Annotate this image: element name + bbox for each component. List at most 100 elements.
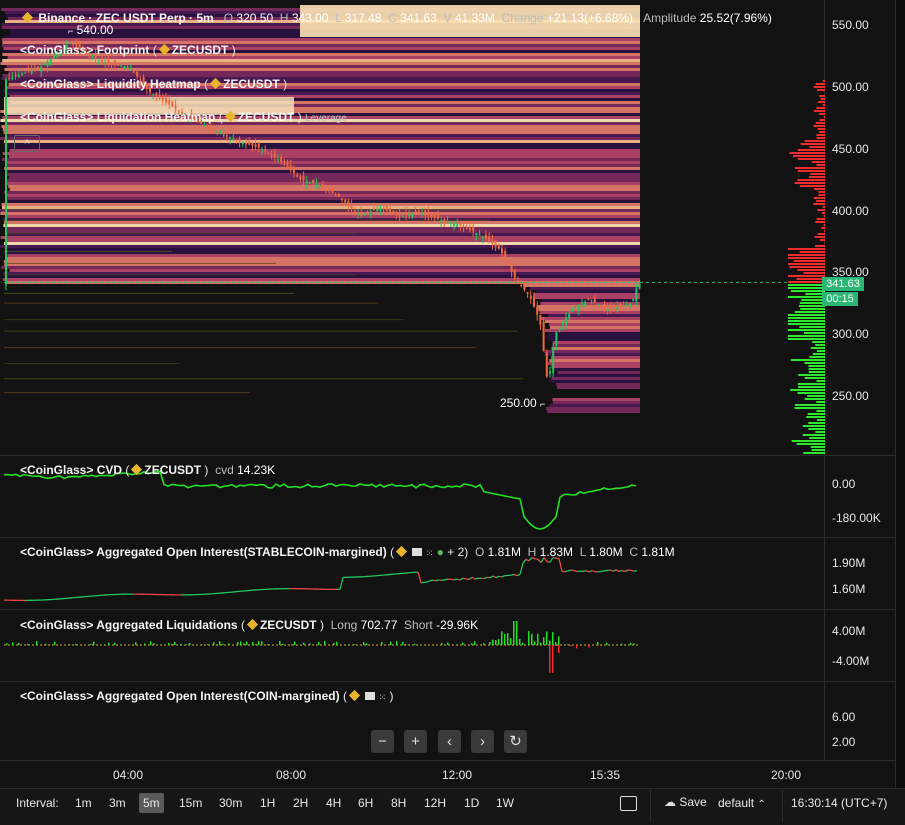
- oi-tick: 1.90M: [832, 556, 865, 570]
- oi-stable-axis[interactable]: [824, 538, 896, 609]
- heatmap-band: [7, 254, 640, 257]
- footprint-legend[interactable]: <CoinGlass> Footprint (ZECUSDT ): [20, 43, 236, 57]
- reset-chart-button[interactable]: ↻: [504, 730, 527, 753]
- liquidation-long-bar: [543, 637, 545, 645]
- fullscreen-button[interactable]: [620, 796, 637, 811]
- bottom-toolbar: [0, 788, 905, 825]
- interval-5m[interactable]: 5m: [139, 793, 164, 813]
- scroll-left-button[interactable]: ‹: [438, 730, 461, 753]
- heatmap-band: [553, 368, 640, 371]
- interval-1h[interactable]: 1H: [260, 796, 275, 810]
- liquidity-heatmap-legend[interactable]: <CoinGlass> Liquidity Heatmap (ZECUSDT ): [20, 77, 287, 91]
- liquidation-long-bar: [75, 644, 77, 645]
- liquidation-short-bar: [552, 645, 554, 673]
- oi-coin-name: <CoinGlass> Aggregated Open Interest(COI…: [20, 689, 340, 703]
- candle-body: [223, 135, 225, 136]
- oi-open-value: 1.81M: [488, 545, 521, 559]
- interval-2h[interactable]: 2H: [293, 796, 308, 810]
- heatmap-band: [544, 350, 640, 353]
- candle-body: [517, 280, 519, 282]
- liquidation-long-bar: [252, 642, 254, 645]
- candle-body: [610, 307, 612, 308]
- open-interest-segment: [418, 572, 421, 583]
- candle-body: [501, 248, 503, 253]
- interval-label: Interval:: [16, 796, 59, 810]
- liquidations-legend[interactable]: <CoinGlass> Aggregated Liquidations (ZEC…: [20, 618, 478, 632]
- candle-body: [399, 215, 401, 216]
- liquidation-long-bar: [12, 642, 14, 645]
- interval-8h[interactable]: 8H: [391, 796, 406, 810]
- candle-body: [511, 265, 513, 272]
- liquidation-long-bar: [222, 644, 224, 645]
- liquidation-long-bar: [150, 641, 152, 645]
- binance-icon: [210, 78, 221, 89]
- liquidations-axis[interactable]: [824, 610, 896, 681]
- interval-3m[interactable]: 3m: [109, 796, 126, 810]
- zoom-in-button[interactable]: +: [404, 730, 427, 753]
- liquidation-long-bar: [396, 641, 398, 645]
- price-pane[interactable]: [0, 0, 824, 455]
- scroll-right-button[interactable]: ›: [471, 730, 494, 753]
- volume-profile-bar: [803, 434, 825, 436]
- heatmap-band: [523, 284, 640, 287]
- open-interest-segment: [475, 578, 478, 579]
- interval-1m[interactable]: 1m: [75, 796, 92, 810]
- volume-profile-bar: [818, 101, 825, 103]
- liquidation-long-bar: [303, 643, 305, 645]
- volume-profile-bar: [819, 113, 825, 115]
- interval-6h[interactable]: 6H: [358, 796, 373, 810]
- volume-profile-bar: [811, 347, 825, 349]
- zoom-out-button[interactable]: −: [371, 730, 394, 753]
- open-interest-segment: [451, 579, 454, 580]
- liquidation-long-bar: [381, 642, 383, 645]
- open-key: O: [224, 11, 233, 25]
- oi-stable-legend[interactable]: <CoinGlass> Aggregated Open Interest(STA…: [20, 545, 675, 559]
- liquidation-long-bar: [291, 644, 293, 645]
- liquidity-heatmap-name: <CoinGlass> Liquidity Heatmap: [20, 77, 201, 91]
- liquidation-heatmap-legend[interactable]: <CoinGlass> Liquidation Heatmap (ZECUSDT…: [20, 110, 347, 124]
- candle-body: [447, 222, 449, 223]
- interval-4h[interactable]: 4H: [326, 796, 341, 810]
- open-interest-segment: [610, 570, 613, 571]
- liquidation-long-bar: [108, 643, 110, 645]
- interval-12h[interactable]: 12H: [424, 796, 446, 810]
- liquidation-long-bar: [495, 640, 497, 645]
- candle-body: [626, 305, 628, 306]
- open-interest-segment: [472, 577, 475, 579]
- open-interest-segment: [526, 559, 529, 560]
- volume-profile-bar: [791, 290, 825, 292]
- save-button[interactable]: ☁ Save: [664, 795, 707, 809]
- interval-1w[interactable]: 1W: [496, 796, 514, 810]
- candle-body: [280, 157, 282, 162]
- candle-body: [479, 235, 481, 236]
- liquidation-long-bar: [366, 643, 368, 645]
- interval-30m[interactable]: 30m: [219, 796, 242, 810]
- volume-profile-bar: [817, 164, 825, 166]
- price-axis[interactable]: [824, 0, 896, 455]
- volume-profile-bar: [818, 194, 825, 196]
- liquidation-long-bar: [525, 644, 527, 645]
- volume-value: 41.33M: [455, 11, 495, 25]
- candle-body: [629, 304, 631, 308]
- volume-profile-bar: [816, 410, 825, 412]
- heatmap-band: [541, 317, 640, 320]
- candle-body: [603, 304, 605, 309]
- heatmap-band: [556, 383, 640, 386]
- heatmap-band: [4, 143, 640, 146]
- candle-body: [40, 66, 42, 71]
- bar-countdown-tag: 00:15: [822, 292, 858, 306]
- interval-15m[interactable]: 15m: [179, 796, 202, 810]
- interval-1d[interactable]: 1D: [464, 796, 479, 810]
- liquidation-long-bar: [153, 643, 155, 645]
- candle-body: [498, 245, 500, 249]
- symbol-legend[interactable]: Binance · ZEC USDT Perp · 5m O 320.50 H …: [20, 11, 772, 25]
- volume-profile-bar: [813, 125, 825, 127]
- oi-coin-legend[interactable]: <CoinGlass> Aggregated Open Interest(COI…: [20, 689, 394, 703]
- heatmap-band: [6, 257, 640, 260]
- cvd-legend[interactable]: <CoinGlass> CVD (ZECUSDT ) cvd 14.23K: [20, 463, 275, 477]
- binance-icon: [225, 111, 236, 122]
- candle-body: [104, 62, 106, 63]
- candle-body: [597, 305, 599, 306]
- collapse-legend-button[interactable]: ^: [14, 135, 40, 152]
- layout-dropdown[interactable]: default ⌃: [718, 796, 766, 810]
